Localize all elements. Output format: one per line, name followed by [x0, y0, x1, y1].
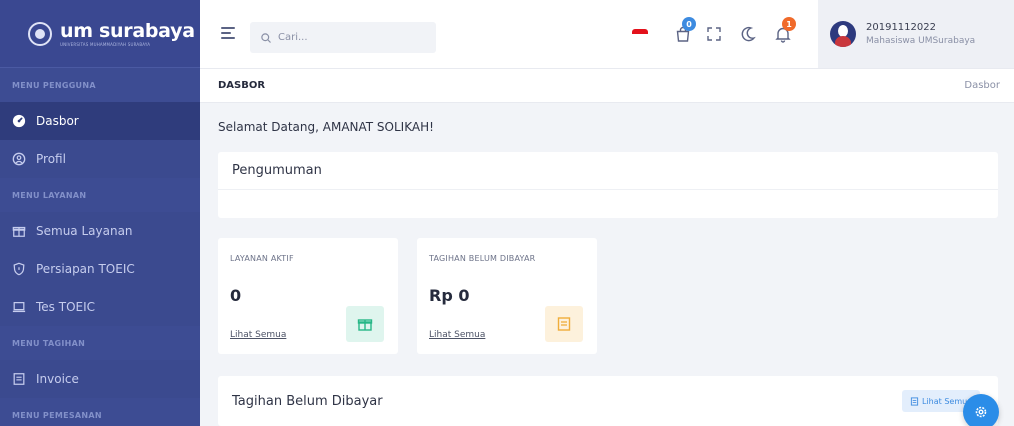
avatar	[830, 21, 856, 47]
document-icon	[910, 396, 919, 406]
sidebar-item-label: Semua Layanan	[36, 224, 133, 238]
see-all-link[interactable]: Lihat Semua	[429, 330, 485, 340]
stat-label: TAGIHAN BELUM DIBAYAR	[429, 254, 536, 263]
stat-value: Rp 0	[429, 286, 470, 305]
notification-badge: 1	[782, 17, 796, 31]
sidebar-item-label: Tes TOEIC	[36, 300, 96, 314]
breadcrumb-trail[interactable]: Dasbor	[964, 80, 1000, 91]
sidebar-item-invoice[interactable]: Invoice	[0, 360, 200, 398]
gift-icon	[346, 306, 384, 342]
see-all-link[interactable]: Lihat Semua	[230, 330, 286, 340]
gift-icon	[12, 224, 26, 238]
sidebar-section-pengguna: MENU PENGGUNA	[0, 68, 200, 102]
stat-card-unpaid-bills: TAGIHAN BELUM DIBAYAR Rp 0 Lihat Semua	[417, 238, 597, 354]
topbar: 0 1 20191112022 Mahasiswa UMSurabaya	[200, 0, 1014, 68]
sidebar-item-dasbor[interactable]: Dasbor	[0, 102, 200, 140]
breadcrumb: DASBOR Dasbor	[200, 68, 1014, 103]
announcement-card: Pengumuman	[218, 152, 998, 218]
settings-button[interactable]	[963, 394, 999, 426]
sidebar-section-tagihan: MENU TAGIHAN	[0, 326, 200, 360]
university-emblem-icon	[28, 21, 52, 46]
fullscreen-button[interactable]	[705, 25, 723, 43]
stat-label: LAYANAN AKTIF	[230, 254, 294, 263]
page-title: DASBOR	[218, 80, 266, 91]
menu-toggle-icon[interactable]	[221, 27, 235, 39]
sidebar-item-label: Persiapan TOEIC	[36, 262, 135, 276]
invoice-icon	[545, 306, 583, 342]
sidebar-item-tes-toeic[interactable]: Tes TOEIC	[0, 288, 200, 326]
dark-mode-toggle[interactable]	[739, 25, 757, 43]
unpaid-bills-card: Tagihan Belum Dibayar Lihat Semua	[218, 376, 998, 426]
user-role: Mahasiswa UMSurabaya	[866, 36, 976, 46]
sidebar-section-layanan: MENU LAYANAN	[0, 178, 200, 212]
search-box[interactable]	[250, 22, 436, 53]
gear-icon	[975, 406, 987, 418]
fullscreen-icon	[707, 27, 721, 41]
logo-subtitle: UNIVERSITAS MUHAMMADIYAH SURABAYA	[60, 41, 151, 47]
dashboard-icon	[12, 114, 26, 128]
invoice-icon	[12, 372, 26, 386]
user-menu[interactable]: 20191112022 Mahasiswa UMSurabaya	[818, 0, 1014, 68]
sidebar-item-label: Profil	[36, 152, 66, 166]
user-id: 20191112022	[866, 22, 936, 33]
announcement-title: Pengumuman	[218, 152, 998, 190]
sidebar-item-persiapan-toeic[interactable]: Persiapan TOEIC	[0, 250, 200, 288]
sidebar-section-pemesanan: MENU PEMESANAN	[0, 398, 200, 426]
sidebar-item-label: Dasbor	[36, 114, 79, 128]
sidebar-item-semua-layanan[interactable]: Semua Layanan	[0, 212, 200, 250]
user-circle-icon	[12, 152, 26, 166]
shield-icon	[12, 262, 26, 276]
stat-card-active-services: LAYANAN AKTIF 0 Lihat Semua	[218, 238, 398, 354]
cart-button[interactable]: 0	[674, 17, 696, 43]
notification-button[interactable]: 1	[774, 17, 796, 43]
language-flag-icon[interactable]	[632, 29, 648, 39]
logo-title: um surabaya	[60, 19, 195, 42]
laptop-icon	[12, 300, 26, 314]
cart-badge: 0	[682, 17, 696, 31]
stat-value: 0	[230, 286, 242, 305]
unpaid-bills-title: Tagihan Belum Dibayar	[232, 394, 383, 409]
logo[interactable]: um surabaya UNIVERSITAS MUHAMMADIYAH SUR…	[0, 0, 200, 68]
sidebar-item-label: Invoice	[36, 372, 79, 386]
welcome-message: Selamat Datang, AMANAT SOLIKAH!	[218, 120, 434, 134]
sidebar: um surabaya UNIVERSITAS MUHAMMADIYAH SUR…	[0, 0, 200, 426]
moon-icon	[741, 26, 756, 42]
sidebar-item-profil[interactable]: Profil	[0, 140, 200, 178]
search-input[interactable]	[278, 32, 428, 43]
search-icon	[261, 32, 271, 43]
